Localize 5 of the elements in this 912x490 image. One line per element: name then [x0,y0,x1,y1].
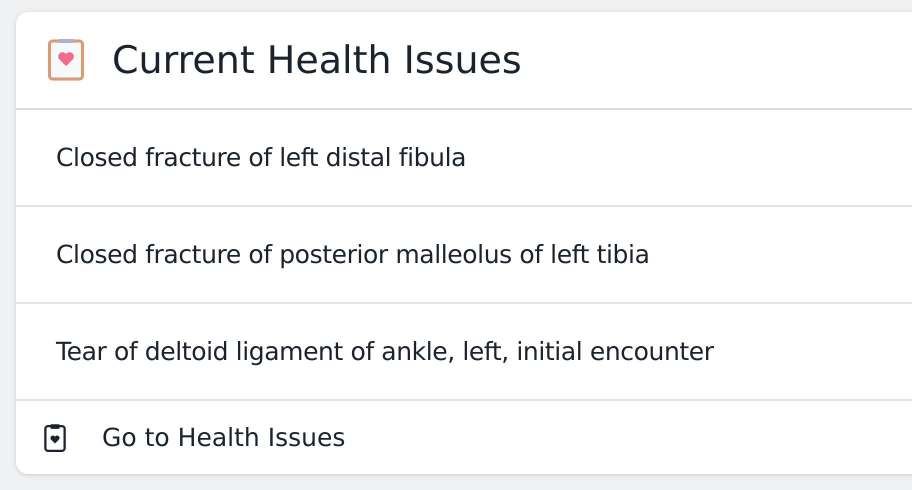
issue-item: Tear of deltoid ligament of ankle, left, initial encounter [16,304,912,401]
health-issues-link[interactable]: Go to Health Issues [16,401,394,474]
issue-item: Closed fracture of left distal fibula [16,110,912,207]
card-title: Current Health Issues [112,38,522,82]
issue-item: Closed fracture of posterior malleolus of left tibia [16,207,912,304]
